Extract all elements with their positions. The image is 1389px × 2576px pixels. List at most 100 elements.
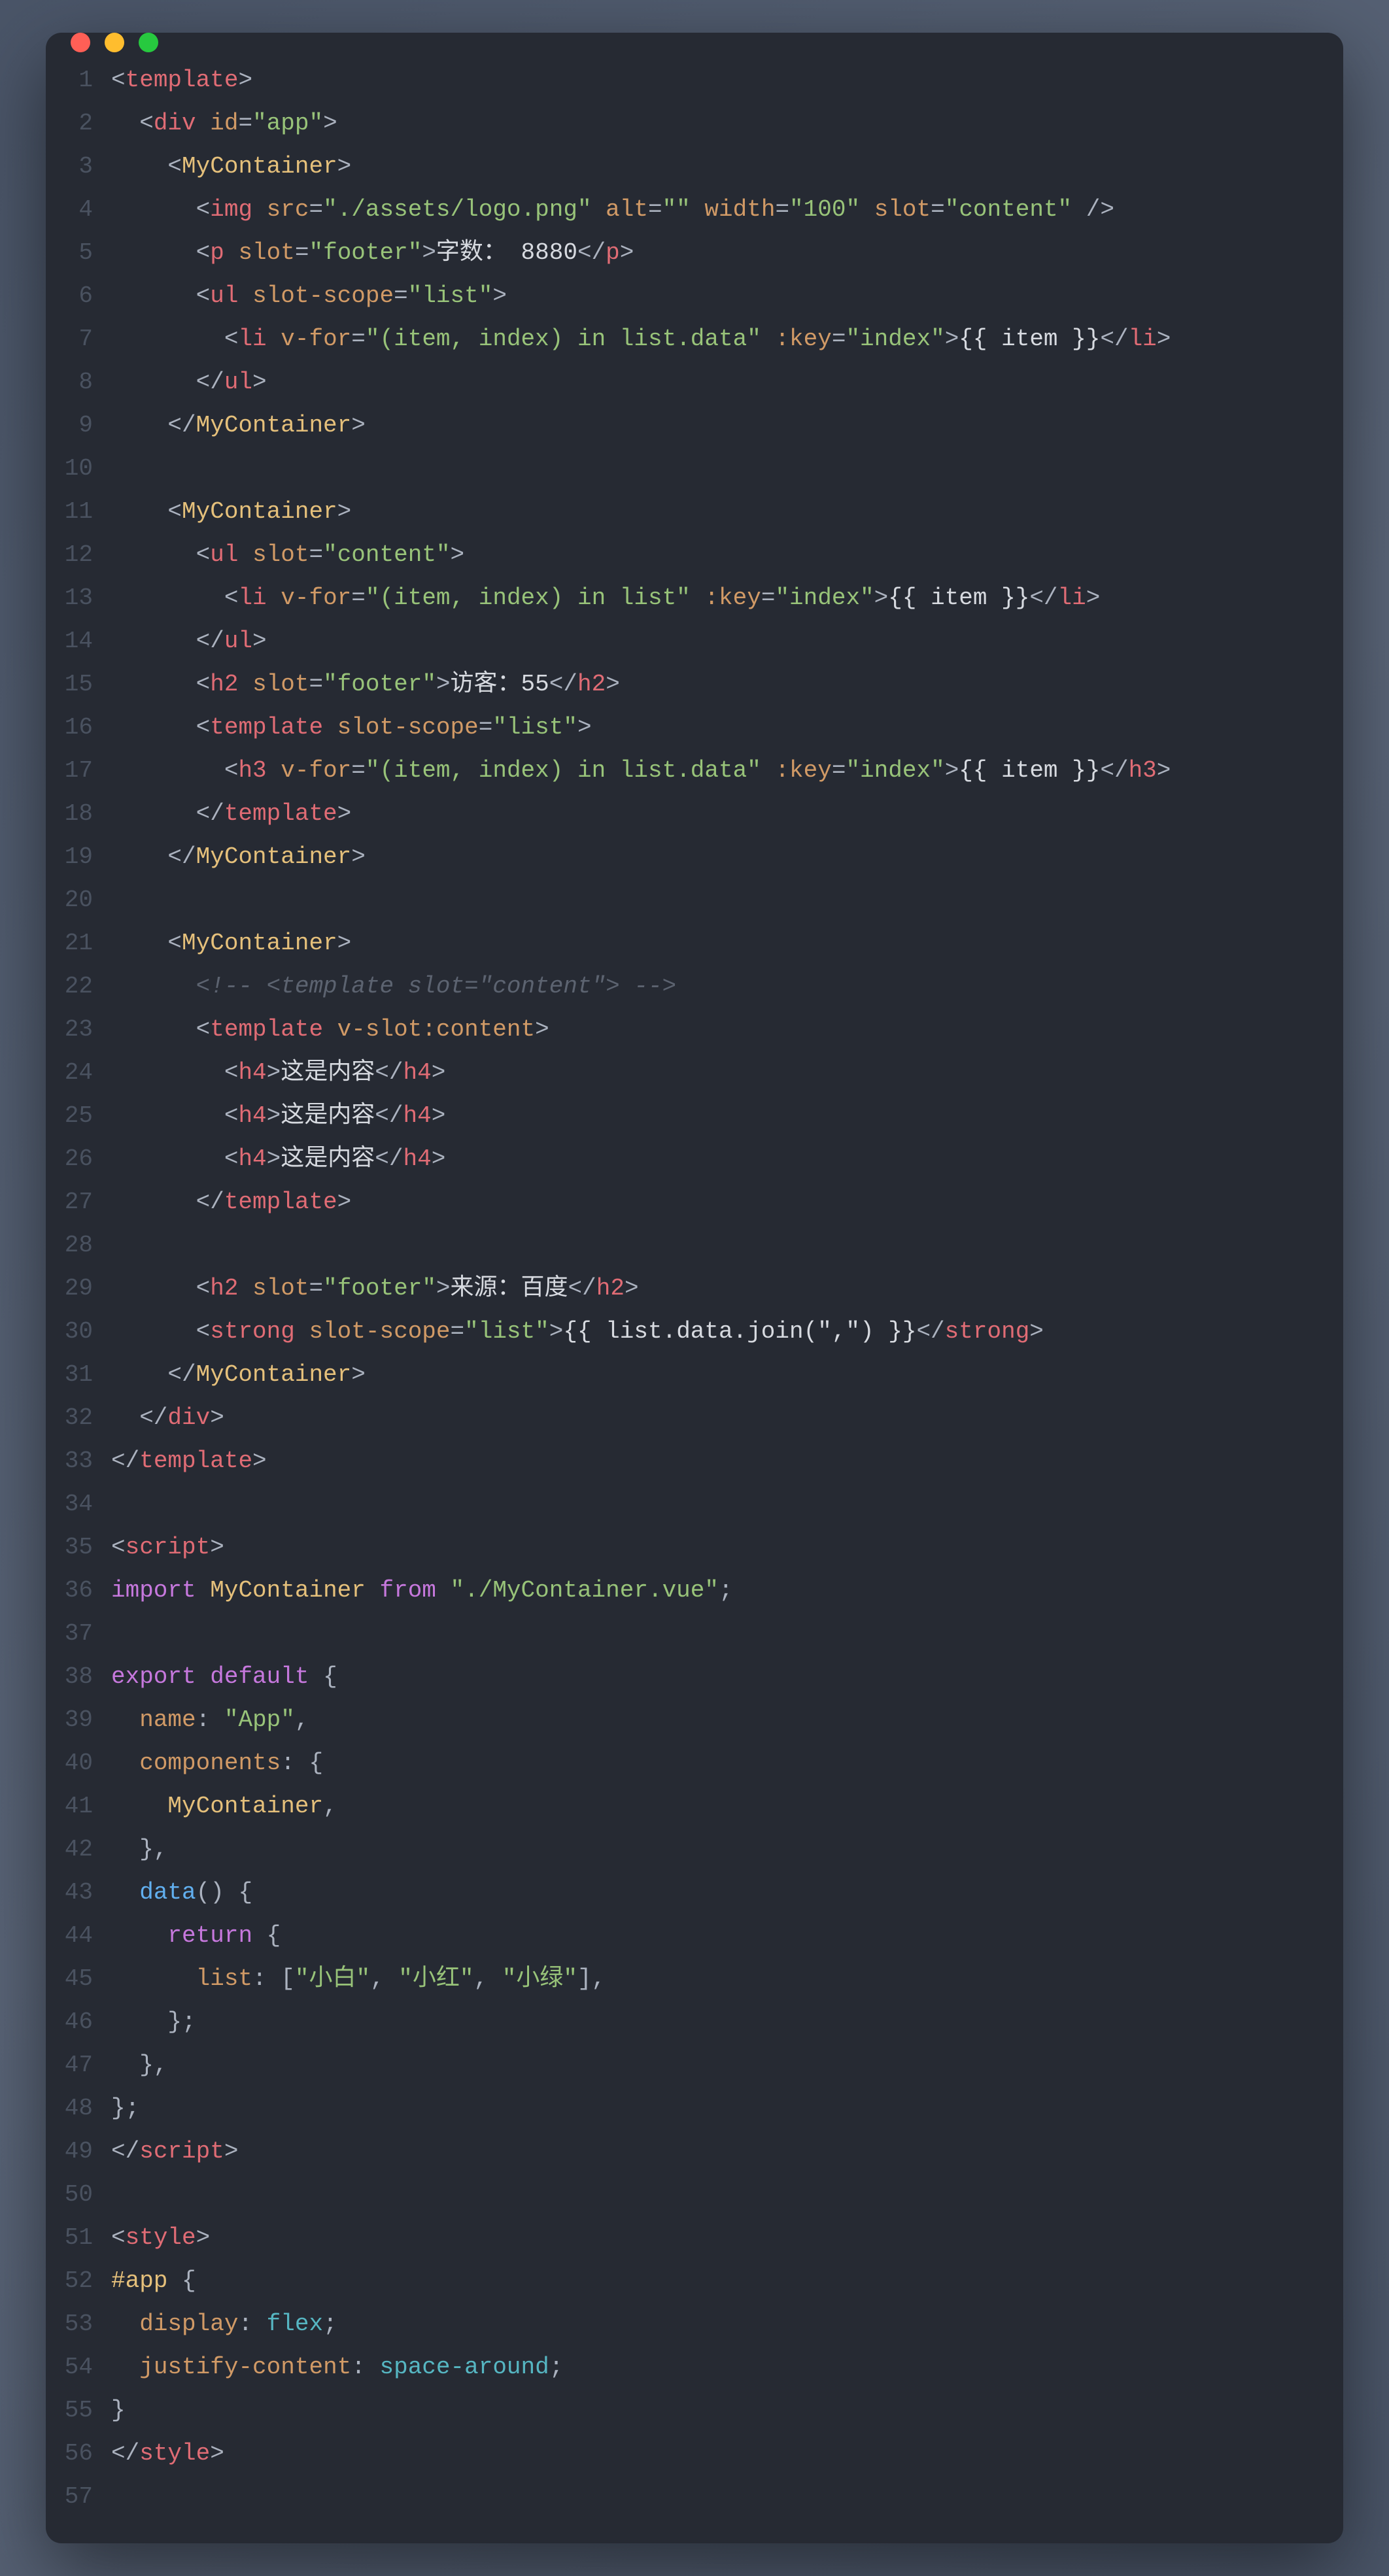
code-line[interactable]: <h2 slot="footer">访客：55</h2> xyxy=(111,663,1343,706)
code-line[interactable]: <template slot-scope="list"> xyxy=(111,706,1343,749)
code-line[interactable]: name: "App", xyxy=(111,1699,1343,1742)
close-icon[interactable] xyxy=(71,33,90,52)
code-line[interactable]: }, xyxy=(111,2044,1343,2087)
line-number: 12 xyxy=(46,534,93,577)
code-line[interactable]: data() { xyxy=(111,1871,1343,1914)
code-line[interactable]: <MyContainer> xyxy=(111,922,1343,965)
code-line[interactable]: <MyContainer> xyxy=(111,145,1343,188)
line-number: 11 xyxy=(46,490,93,534)
line-number: 43 xyxy=(46,1871,93,1914)
line-number: 19 xyxy=(46,836,93,879)
code-line[interactable]: <ul slot-scope="list"> xyxy=(111,275,1343,318)
line-number: 13 xyxy=(46,577,93,620)
zoom-icon[interactable] xyxy=(139,33,158,52)
code-line[interactable]: <template> xyxy=(111,59,1343,102)
code-line[interactable]: </template> xyxy=(111,792,1343,836)
code-line[interactable]: import MyContainer from "./MyContainer.v… xyxy=(111,1569,1343,1612)
line-number: 35 xyxy=(46,1526,93,1569)
line-number: 53 xyxy=(46,2303,93,2346)
code-line[interactable]: <!-- <template slot="content"> --> xyxy=(111,965,1343,1008)
line-number: 42 xyxy=(46,1828,93,1871)
line-number: 50 xyxy=(46,2173,93,2216)
code-line[interactable]: export default { xyxy=(111,1655,1343,1699)
code-line[interactable]: <div id="app"> xyxy=(111,102,1343,145)
line-number: 20 xyxy=(46,879,93,922)
code-line[interactable]: }; xyxy=(111,2001,1343,2044)
code-line[interactable]: </MyContainer> xyxy=(111,836,1343,879)
line-number: 41 xyxy=(46,1785,93,1828)
line-number: 4 xyxy=(46,188,93,231)
line-number: 37 xyxy=(46,1612,93,1655)
line-number: 15 xyxy=(46,663,93,706)
editor-window: 1234567891011121314151617181920212223242… xyxy=(46,33,1343,2543)
code-line[interactable]: <h4>这是内容</h4> xyxy=(111,1051,1343,1094)
code-line[interactable]: <ul slot="content"> xyxy=(111,534,1343,577)
line-number: 22 xyxy=(46,965,93,1008)
line-number: 38 xyxy=(46,1655,93,1699)
line-number: 27 xyxy=(46,1181,93,1224)
code-line[interactable]: return { xyxy=(111,1914,1343,1957)
line-number: 40 xyxy=(46,1742,93,1785)
code-line[interactable]: <script> xyxy=(111,1526,1343,1569)
code-line[interactable]: </MyContainer> xyxy=(111,1353,1343,1397)
code-line[interactable]: <h4>这是内容</h4> xyxy=(111,1094,1343,1138)
code-line[interactable]: }, xyxy=(111,1828,1343,1871)
line-number: 57 xyxy=(46,2475,93,2518)
code-line[interactable]: </template> xyxy=(111,1181,1343,1224)
line-number: 24 xyxy=(46,1051,93,1094)
line-number: 6 xyxy=(46,275,93,318)
line-number: 54 xyxy=(46,2346,93,2389)
titlebar xyxy=(46,33,1343,52)
code-line[interactable]: <MyContainer> xyxy=(111,490,1343,534)
line-number: 14 xyxy=(46,620,93,663)
code-line[interactable]: <h3 v-for="(item, index) in list.data" :… xyxy=(111,749,1343,792)
code-line[interactable] xyxy=(111,1612,1343,1655)
line-number: 55 xyxy=(46,2389,93,2432)
code-line[interactable]: #app { xyxy=(111,2260,1343,2303)
line-number: 45 xyxy=(46,1957,93,2001)
line-number: 10 xyxy=(46,447,93,490)
minimize-icon[interactable] xyxy=(105,33,124,52)
code-line[interactable]: components: { xyxy=(111,1742,1343,1785)
line-number: 21 xyxy=(46,922,93,965)
line-number: 8 xyxy=(46,361,93,404)
line-number: 2 xyxy=(46,102,93,145)
code-line[interactable]: } xyxy=(111,2389,1343,2432)
line-number: 1 xyxy=(46,59,93,102)
code-line[interactable]: <template v-slot:content> xyxy=(111,1008,1343,1051)
code-line[interactable]: <li v-for="(item, index) in list" :key="… xyxy=(111,577,1343,620)
code-line[interactable]: display: flex; xyxy=(111,2303,1343,2346)
code-line[interactable]: </ul> xyxy=(111,361,1343,404)
code-line[interactable]: </template> xyxy=(111,1440,1343,1483)
code-line[interactable]: <style> xyxy=(111,2216,1343,2260)
line-number: 30 xyxy=(46,1310,93,1353)
code-line[interactable]: </script> xyxy=(111,2130,1343,2173)
code-line[interactable] xyxy=(111,879,1343,922)
code-line[interactable] xyxy=(111,447,1343,490)
code-line[interactable]: </MyContainer> xyxy=(111,404,1343,447)
code-line[interactable]: </style> xyxy=(111,2432,1343,2475)
code-line[interactable] xyxy=(111,1483,1343,1526)
code-line[interactable]: MyContainer, xyxy=(111,1785,1343,1828)
code-line[interactable]: justify-content: space-around; xyxy=(111,2346,1343,2389)
code-line[interactable] xyxy=(111,2173,1343,2216)
code-editor[interactable]: 1234567891011121314151617181920212223242… xyxy=(46,52,1343,2543)
code-line[interactable]: </div> xyxy=(111,1397,1343,1440)
code-line[interactable]: list: ["小白", "小红", "小绿"], xyxy=(111,1957,1343,2001)
code-line[interactable]: <p slot="footer">字数： 8880</p> xyxy=(111,231,1343,275)
code-line[interactable]: <h4>这是内容</h4> xyxy=(111,1138,1343,1181)
code-line[interactable] xyxy=(111,1224,1343,1267)
code-area[interactable]: <template> <div id="app"> <MyContainer> … xyxy=(111,59,1343,2518)
code-line[interactable]: }; xyxy=(111,2087,1343,2130)
line-number: 49 xyxy=(46,2130,93,2173)
code-line[interactable]: <strong slot-scope="list">{{ list.data.j… xyxy=(111,1310,1343,1353)
code-line[interactable]: <img src="./assets/logo.png" alt="" widt… xyxy=(111,188,1343,231)
code-line[interactable] xyxy=(111,2475,1343,2518)
code-line[interactable]: </ul> xyxy=(111,620,1343,663)
line-number: 23 xyxy=(46,1008,93,1051)
code-line[interactable]: <h2 slot="footer">来源：百度</h2> xyxy=(111,1267,1343,1310)
line-number: 39 xyxy=(46,1699,93,1742)
code-line[interactable]: <li v-for="(item, index) in list.data" :… xyxy=(111,318,1343,361)
line-number: 51 xyxy=(46,2216,93,2260)
line-number: 7 xyxy=(46,318,93,361)
